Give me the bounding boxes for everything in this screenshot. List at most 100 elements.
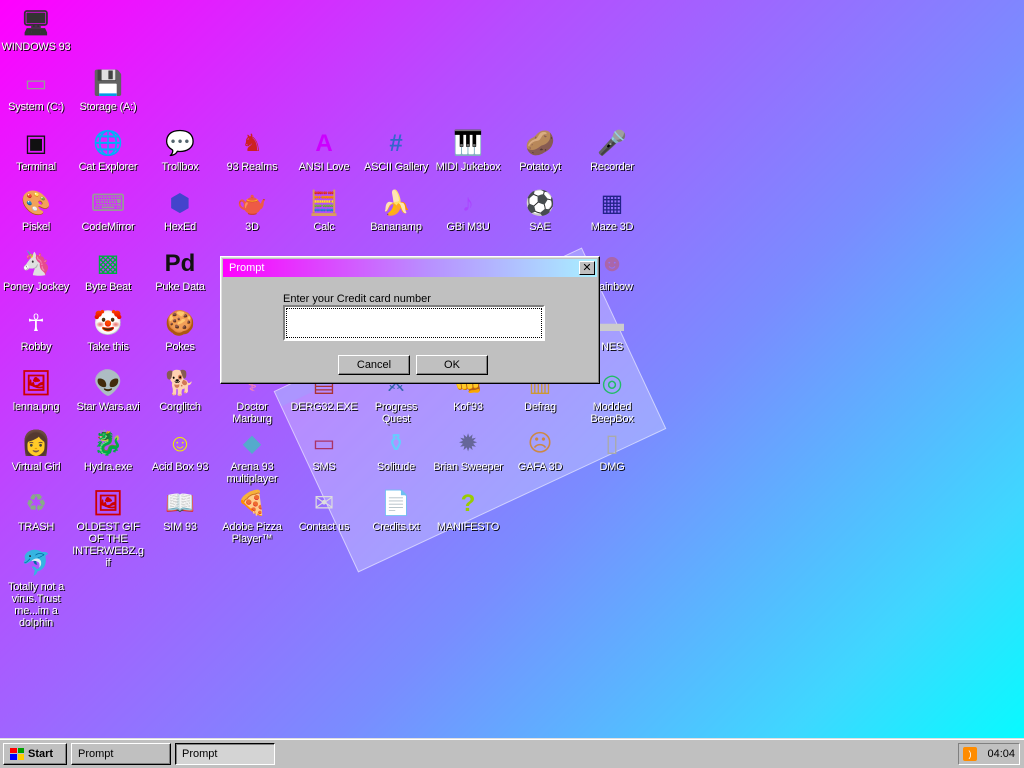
desktop-icon-label: Recorder: [590, 161, 634, 173]
prompt-titlebar[interactable]: Prompt ✕: [223, 259, 597, 277]
desktop-icon[interactable]: A ANSI Love: [288, 128, 360, 173]
rss-icon[interactable]: ): [963, 747, 977, 761]
desktop-icon[interactable]: 🐬 Totally not a virus.Trust me...im a dol…: [0, 548, 72, 629]
desktop-icon[interactable]: 📖 SIM 93: [144, 488, 216, 533]
desktop-icon[interactable]: ▭ SMS: [288, 428, 360, 473]
pizza-icon: 🍕: [237, 490, 267, 517]
desktop-icon-label: GBi M3U: [446, 221, 490, 233]
desktop-icon[interactable]: ✹ Brian Sweeper: [432, 428, 504, 473]
desktop-icon[interactable]: 🎤 Recorder: [576, 128, 648, 173]
potato-icon: 🥔: [525, 130, 555, 157]
codemirror-icon: ⌨: [90, 190, 126, 217]
desktop-icon[interactable]: ☥ Robby: [0, 308, 72, 353]
desktop-icon[interactable]: 🍕 Adobe Pizza Player™: [216, 488, 288, 545]
desktop-icon[interactable]: 👩 Virtual Girl: [0, 428, 72, 473]
desktop-icon-label: lenna.png: [12, 401, 60, 413]
taskbar: Start Prompt Prompt ) 04:04: [0, 738, 1024, 768]
desktop-icon[interactable]: 🌐 Cat Explorer: [72, 128, 144, 173]
desktop-icon[interactable]: 📄 Credits.txt: [360, 488, 432, 533]
desktop-icon[interactable]: ⬢ HexEd: [144, 188, 216, 233]
desktop-icon-label: Robby: [20, 341, 52, 353]
credit-card-input[interactable]: [285, 307, 543, 339]
desktop-icon-label: HexEd: [163, 221, 197, 233]
desktop-icon[interactable]: 🖥 WINDOWS 93: [0, 8, 72, 53]
desktop-icon-label: DMG: [599, 461, 625, 473]
desktop-icon[interactable]: ⚱ Solitude: [360, 428, 432, 473]
desktop-icon[interactable]: ▦ Maze 3D: [576, 188, 648, 233]
desktop-icon-label: Pokes: [165, 341, 195, 353]
credit-card-field[interactable]: [283, 305, 545, 341]
desktop-icon-label: Hydra.exe: [83, 461, 133, 473]
pd-icon: Pd: [164, 250, 196, 277]
teapot-icon: 🫖: [237, 190, 267, 217]
desktop-icon-label: SAE: [529, 221, 551, 233]
desktop-icon-label: Brian Sweeper: [433, 461, 503, 473]
taskbar-task-prompt[interactable]: Prompt: [71, 742, 171, 765]
hard-drive-icon: ▭: [24, 70, 48, 97]
desktop-icon[interactable]: 🤡 Take this: [72, 308, 144, 353]
desktop-icon[interactable]: 🎹 MIDI Jukebox: [432, 128, 504, 173]
close-button[interactable]: ✕: [579, 261, 595, 275]
desktop-icon[interactable]: # ASCII Gallery: [360, 128, 432, 173]
hex-cube-icon: ⬢: [169, 190, 191, 217]
desktop-icon[interactable]: 🐉 Hydra.exe: [72, 428, 144, 473]
desktop-icon[interactable]: 🍪 Pokes: [144, 308, 216, 353]
start-button[interactable]: Start: [3, 742, 67, 765]
desktop-icon[interactable]: ♻ TRASH: [0, 488, 72, 533]
desktop-icon[interactable]: ♪ GBi M3U: [432, 188, 504, 233]
desktop-icon-label: 93 Realms: [226, 161, 278, 173]
smiley-icon: ☺: [167, 430, 193, 457]
desktop-icon[interactable]: ▣ Terminal: [0, 128, 72, 173]
gafa-face-icon: ☹: [527, 430, 553, 457]
desktop-icon[interactable]: ? MANIFESTO: [432, 488, 504, 533]
desktop-icon-label: MIDI Jukebox: [435, 161, 501, 173]
desktop-icon[interactable]: ☹ GAFA 3D: [504, 428, 576, 473]
desktop-icon-label: Progress Quest: [374, 401, 418, 425]
desktop-icon[interactable]: 🥔 Potato.yt: [504, 128, 576, 173]
desktop-icon[interactable]: 🧮 Calc: [288, 188, 360, 233]
desktop-icon-label: Star Wars.avi: [76, 401, 140, 413]
ok-button[interactable]: OK: [416, 355, 488, 375]
desktop-icon[interactable]: 🖼 OLDEST GIF OF THE INTERWEBZ.gif: [72, 488, 144, 569]
desktop-icon[interactable]: ⚽ SAE: [504, 188, 576, 233]
desktop-icon[interactable]: 🦄 Poney Jockey: [0, 248, 72, 293]
desktop-icon[interactable]: Pd Puke Data: [144, 248, 216, 293]
clown-icon: 🤡: [93, 310, 123, 337]
desktop-icon-label: OLDEST GIF OF THE INTERWEBZ.gif: [72, 521, 144, 569]
cube-icon: ◆: [242, 430, 262, 457]
desktop-icon[interactable]: 👽 Star Wars.avi: [72, 368, 144, 413]
desktop-icon-label: WINDOWS 93: [1, 41, 71, 53]
desktop-icon[interactable]: ▩ Byte Beat: [72, 248, 144, 293]
desktop-icon-label: Acid Box 93: [151, 461, 209, 473]
desktop-icon[interactable]: ▭ System (C:): [0, 68, 72, 113]
desktop-icon[interactable]: ◆ Arena 93 multiplayer: [216, 428, 288, 485]
desktop-icon[interactable]: ⌨ CodeMirror: [72, 188, 144, 233]
desktop-icon-label: Contact us: [298, 521, 350, 533]
floppy-drive-icon: 💾: [93, 70, 123, 97]
desktop-icon-label: Maze 3D: [590, 221, 634, 233]
terminal-icon: ▣: [24, 130, 48, 157]
computer-icon: 🖥: [20, 10, 52, 37]
desktop-icon-label: MANIFESTO: [436, 521, 500, 533]
cancel-button[interactable]: Cancel: [338, 355, 410, 375]
desktop-icon[interactable]: ♞ 93 Realms: [216, 128, 288, 173]
desktop-icon-label: TRASH: [17, 521, 55, 533]
rainbow-people-icon: ☻: [599, 250, 625, 277]
checkered-ball-icon: ⚽: [525, 190, 555, 217]
desktop-icon[interactable]: 🎨 Piskel: [0, 188, 72, 233]
desktop-icon[interactable]: ✉ Contact us: [288, 488, 360, 533]
desktop-icon[interactable]: 🍌 Bananamp: [360, 188, 432, 233]
knight-icon: ♞: [241, 130, 263, 157]
desktop-icon[interactable]: 💬 Trollbox: [144, 128, 216, 173]
desktop-icon[interactable]: 💾 Storage (A:): [72, 68, 144, 113]
desktop-icon[interactable]: 🫖 3D: [216, 188, 288, 233]
ansi-a-icon: A: [315, 130, 333, 157]
ascii-123-icon: #: [389, 130, 403, 157]
text-file-icon: 📄: [381, 490, 411, 517]
taskbar-task-prompt-active[interactable]: Prompt: [175, 742, 275, 765]
pony-icon: 🦄: [21, 250, 51, 277]
desktop-icon[interactable]: ▯ DMG: [576, 428, 648, 473]
desktop-icon[interactable]: 🖼 lenna.png: [0, 368, 72, 413]
desktop-icon[interactable]: ☺ Acid Box 93: [144, 428, 216, 473]
desktop-icon[interactable]: 🐕 Corglitch: [144, 368, 216, 413]
